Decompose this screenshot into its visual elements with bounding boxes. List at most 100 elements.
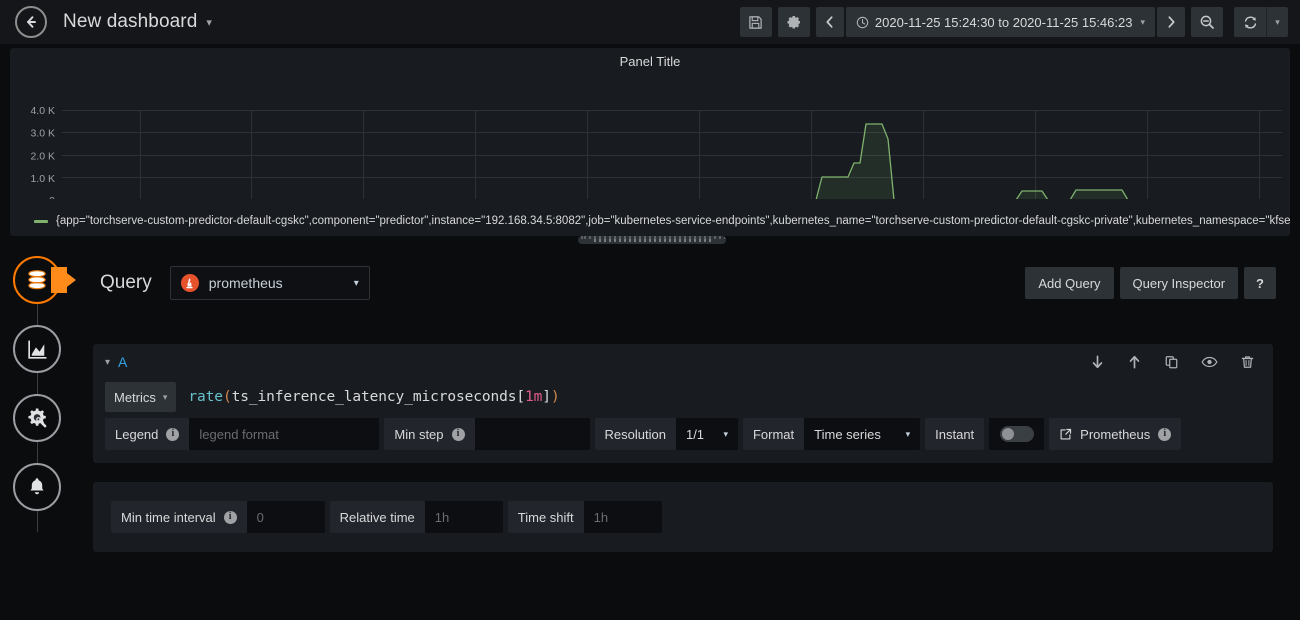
relative-time-input[interactable] (424, 501, 503, 533)
relative-time-group: Relative time (329, 501, 503, 533)
format-field-label: Format (742, 418, 805, 450)
legend-series-label[interactable]: {app="torchserve-custom-predictor-defaul… (56, 215, 1290, 227)
query-help-button[interactable]: ? (1244, 267, 1276, 299)
copy-icon (1165, 356, 1178, 369)
save-dashboard-button[interactable] (739, 7, 772, 37)
time-shift-back-button[interactable] (815, 7, 844, 37)
move-query-up-button[interactable] (1127, 354, 1142, 370)
svg-text:2.0 K: 2.0 K (30, 151, 55, 163)
sidebar-item-query[interactable] (13, 256, 61, 304)
graph-panel: Panel Title 4.0 K 3.0 K 2.0 K 1.0 K {app… (10, 48, 1290, 236)
visualization-icon (27, 339, 47, 359)
chevron-down-icon: ▾ (162, 391, 168, 402)
resolution-value: 1/1 (685, 426, 705, 442)
arrow-up-icon (1129, 355, 1140, 369)
query-row-header: ▾ A (93, 344, 1273, 380)
instant-toggle[interactable] (989, 418, 1045, 450)
info-icon[interactable]: i (1158, 427, 1172, 441)
format-select[interactable]: Time series ▾ (804, 418, 921, 450)
promql-query-input[interactable]: rate(ts_inference_latency_microseconds[1… (188, 389, 559, 405)
format-value: Time series (814, 426, 881, 442)
refresh-icon (1244, 15, 1256, 29)
move-query-down-button[interactable] (1090, 354, 1105, 370)
sidebar-item-visualization[interactable] (13, 325, 61, 373)
legend-color-swatch[interactable] (34, 219, 48, 223)
legend-field-group: Legend i (105, 418, 380, 450)
svg-text:4.0 K: 4.0 K (30, 105, 55, 117)
refresh-interval-caret[interactable]: ▾ (1266, 7, 1288, 37)
query-editor-header: Query prometheus ▾ Add Query Query Inspe… (76, 248, 1300, 318)
query-options-card: Min time interval i Relative time Time s… (93, 482, 1273, 552)
panel-title: Panel Title (619, 54, 681, 69)
instant-field-label: Instant (925, 418, 985, 450)
min-time-interval-group: Min time interval i (111, 501, 325, 533)
panel-legend[interactable]: {app="torchserve-custom-predictor-defaul… (10, 210, 1290, 232)
dashboard-settings-button[interactable] (777, 7, 810, 37)
panel-resize-handle[interactable] (578, 236, 726, 244)
chevron-down-icon: ▾ (1140, 16, 1145, 27)
time-range-text: 2020-11-25 15:24:30 to 2020-11-25 15:46:… (874, 14, 1133, 30)
format-field-group: Format Time series ▾ (742, 418, 921, 450)
external-link-icon (1060, 428, 1072, 439)
info-icon[interactable]: i (223, 510, 237, 524)
page-title: New dashboard (63, 11, 198, 32)
add-query-button[interactable]: Add Query (1025, 267, 1114, 299)
promql-close-bracket: ] (542, 389, 551, 405)
query-inspector-button[interactable]: Query Inspector (1119, 267, 1239, 299)
time-shift-group: Time shift (507, 501, 662, 533)
toggle-query-visibility-button[interactable] (1201, 354, 1218, 370)
query-section-label: Query (100, 272, 152, 293)
info-icon[interactable]: i (451, 427, 465, 441)
time-shift-input[interactable] (583, 501, 662, 533)
chevron-down-icon: ▾ (353, 277, 359, 289)
time-range-controls: 2020-11-25 15:24:30 to 2020-11-25 15:46:… (815, 7, 1185, 37)
resolution-select[interactable]: 1/1 ▾ (675, 418, 738, 450)
datasource-name: prometheus (208, 275, 283, 291)
query-row-a: ▾ A Metrics ▾ rate(ts_inference_latency_… (93, 344, 1273, 463)
query-ref-id[interactable]: A (118, 354, 127, 370)
promql-metric-name: ts_inference_latency_microseconds (231, 389, 517, 405)
promql-function: rate (188, 389, 223, 405)
back-button[interactable] (15, 6, 47, 38)
time-shift-label: Time shift (507, 501, 584, 533)
top-navbar: New dashboard ▾ 2020-11-25 15:24:30 to 2… (0, 0, 1300, 44)
zoom-out-icon (1200, 15, 1214, 29)
prometheus-external-link[interactable]: Prometheus i (1049, 418, 1182, 450)
refresh-button[interactable] (1234, 7, 1266, 37)
query-expression-row: Metrics ▾ rate(ts_inference_latency_micr… (105, 380, 1273, 414)
navbar-actions: 2020-11-25 15:24:30 to 2020-11-25 15:46:… (739, 7, 1288, 37)
metrics-browser-button[interactable]: Metrics ▾ (105, 382, 177, 412)
info-icon[interactable]: i (166, 427, 180, 441)
time-shift-forward-button[interactable] (1157, 7, 1185, 37)
clock-icon (856, 16, 869, 28)
collapse-query-caret[interactable]: ▾ (105, 357, 110, 368)
datasource-picker[interactable]: prometheus ▾ (169, 266, 370, 300)
query-row-body: Metrics ▾ rate(ts_inference_latency_micr… (93, 380, 1273, 463)
graph-plot-area[interactable]: 4.0 K 3.0 K 2.0 K 1.0 K 0 15:26 15:28 15… (10, 69, 1290, 199)
editor-sidebar (0, 248, 76, 620)
min-time-interval-input[interactable] (246, 501, 325, 533)
sidebar-item-alert[interactable] (13, 463, 61, 511)
zoom-out-button[interactable] (1191, 7, 1223, 37)
eye-icon (1201, 356, 1218, 368)
graph-svg: 4.0 K 3.0 K 2.0 K 1.0 K 0 15:26 15:28 15… (30, 105, 1282, 199)
toggle-switch-off (999, 426, 1034, 442)
promql-duration: 1m (525, 389, 543, 405)
chevron-right-icon (1167, 16, 1175, 28)
duplicate-query-button[interactable] (1164, 354, 1179, 370)
sidebar-item-general[interactable] (13, 394, 61, 442)
time-range-picker[interactable]: 2020-11-25 15:24:30 to 2020-11-25 15:46:… (845, 7, 1155, 37)
min-step-label-text: Min step (394, 426, 444, 442)
remove-query-button[interactable] (1240, 354, 1255, 370)
legend-label-text: Legend (115, 426, 159, 442)
legend-format-input[interactable] (189, 418, 380, 450)
min-step-input[interactable] (474, 418, 590, 450)
min-time-interval-label: Min time interval i (111, 501, 247, 533)
arrow-down-icon (1092, 355, 1103, 369)
query-row-actions (1090, 354, 1261, 370)
gear-icon (787, 16, 800, 29)
dashboard-menu-caret[interactable]: ▾ (206, 16, 212, 29)
min-step-field-group: Min step i (384, 418, 590, 450)
general-settings-icon (28, 408, 47, 428)
resolution-field-label: Resolution (594, 418, 676, 450)
